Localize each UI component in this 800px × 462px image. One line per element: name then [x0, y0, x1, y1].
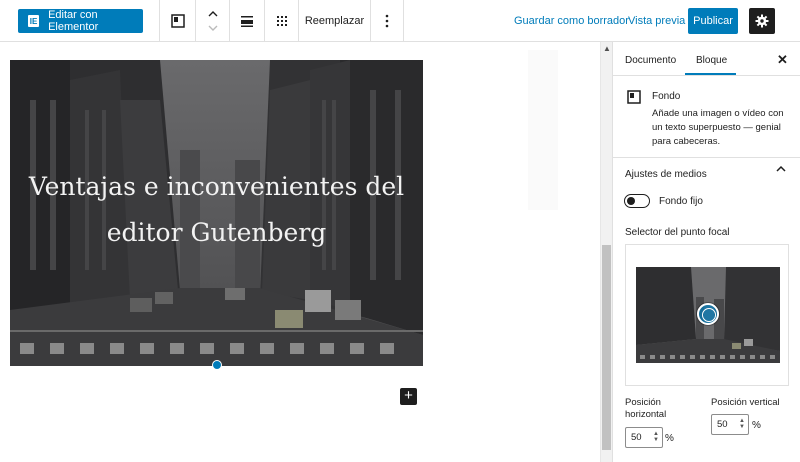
preview-button[interactable]: Vista previa: [628, 15, 685, 27]
move-down-icon[interactable]: [207, 24, 219, 32]
cover-block-icon: [170, 14, 185, 28]
fixed-background-label: Fondo fijo: [659, 196, 703, 207]
focal-point-label: Selector del punto focal: [625, 227, 730, 238]
spinner-icon[interactable]: ▲ ▼: [653, 431, 659, 443]
edit-with-elementor-button[interactable]: IE Editar con Elementor: [18, 9, 143, 33]
sidebar-tabs: Documento Bloque ✕: [613, 42, 800, 76]
focal-point-handle[interactable]: [697, 303, 719, 325]
editor-canvas: Ventajas e inconvenientes del editor Gut…: [0, 42, 600, 462]
spinner-icon[interactable]: ▲ ▼: [739, 418, 745, 430]
media-settings-title[interactable]: Ajustes de medios: [625, 169, 707, 180]
align-button[interactable]: [230, 0, 264, 42]
scroll-thumb[interactable]: [602, 245, 611, 450]
editor-toolbar: IE Editar con Elementor Reemplazar Guard…: [0, 0, 800, 42]
scroll-up-arrow-icon[interactable]: ▲: [603, 44, 611, 53]
tab-document[interactable]: Documento: [625, 55, 676, 66]
publish-button[interactable]: Publicar: [688, 8, 738, 34]
cover-title[interactable]: Ventajas e inconvenientes del editor Gut…: [10, 164, 423, 256]
block-type-button[interactable]: [160, 0, 195, 42]
cover-block-icon: [627, 90, 641, 104]
canvas-background-block: [528, 50, 558, 210]
close-icon[interactable]: ✕: [777, 52, 788, 68]
resize-handle[interactable]: [212, 360, 222, 370]
vertical-position-label: Posición vertical: [711, 397, 780, 408]
position-grid-icon: [276, 16, 287, 26]
replace-button[interactable]: Reemplazar: [299, 0, 370, 42]
more-options-button[interactable]: [371, 0, 403, 42]
vertical-unit: %: [752, 420, 761, 431]
horizontal-unit: %: [665, 433, 674, 444]
plus-icon: +: [404, 387, 413, 404]
settings-button[interactable]: [749, 8, 775, 34]
edit-with-elementor-label: Editar con Elementor: [48, 9, 99, 33]
horizontal-position-value: 50: [631, 432, 642, 443]
more-vertical-icon: [385, 14, 389, 28]
horizontal-position-input[interactable]: 50 ▲ ▼: [625, 427, 663, 448]
move-buttons: [196, 0, 229, 42]
cover-block[interactable]: Ventajas e inconvenientes del editor Gut…: [10, 60, 423, 366]
block-description: Añade una imagen o vídeo con un texto su…: [652, 108, 784, 147]
toggle-knob: [627, 197, 635, 205]
content-position-button[interactable]: [265, 0, 298, 42]
toolbar-divider: [403, 0, 404, 42]
chevron-up-icon[interactable]: [775, 165, 787, 173]
move-up-icon[interactable]: [207, 10, 219, 18]
focal-point-picker: [625, 244, 789, 386]
settings-sidebar: Documento Bloque ✕ Fondo Añade una image…: [612, 42, 800, 462]
align-full-icon: [241, 16, 253, 27]
block-name: Fondo: [652, 91, 681, 102]
block-card: Fondo Añade una imagen o vídeo con un te…: [613, 76, 800, 158]
gear-icon: [755, 14, 769, 28]
elementor-icon: IE: [28, 15, 40, 27]
horizontal-position-label: Posición horizontal: [625, 397, 667, 420]
save-draft-button[interactable]: Guardar como borrador: [514, 15, 629, 27]
fixed-background-toggle[interactable]: [624, 194, 650, 208]
focal-point-image[interactable]: [636, 267, 780, 363]
active-tab-indicator: [685, 73, 736, 75]
add-block-button[interactable]: +: [400, 388, 417, 405]
tab-block[interactable]: Bloque: [696, 55, 727, 66]
vertical-position-value: 50: [717, 419, 728, 430]
vertical-position-input[interactable]: 50 ▲ ▼: [711, 414, 749, 435]
canvas-scrollbar[interactable]: ▲: [600, 42, 612, 462]
